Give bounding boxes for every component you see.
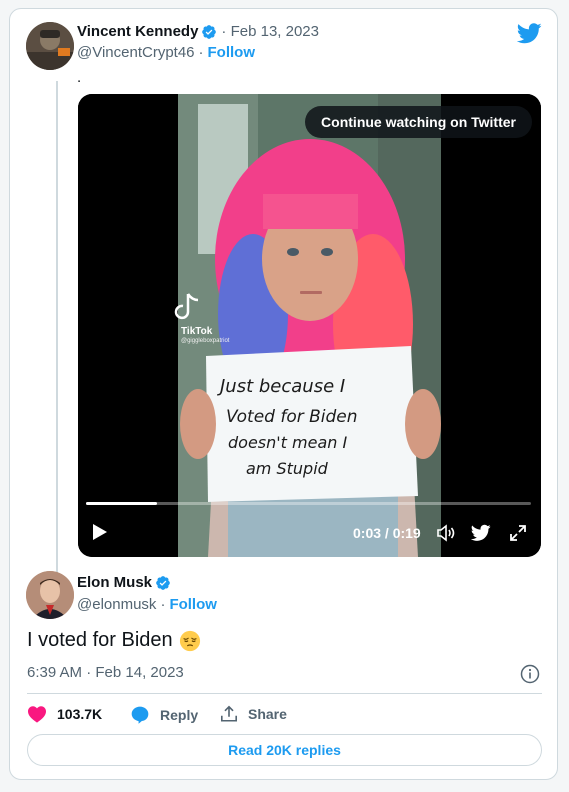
tweet-body: I voted for Biden xyxy=(27,629,173,651)
avatar-vincent-kennedy[interactable] xyxy=(26,22,74,70)
twitter-bird-icon[interactable] xyxy=(517,23,542,44)
author-handle[interactable]: @VincentCrypt46 xyxy=(77,44,195,61)
first-tweet-header: Vincent Kennedy · Feb 13, 2023 xyxy=(77,23,319,40)
video-player[interactable]: Just because I Voted for Biden doesn't m… xyxy=(78,94,541,557)
tweet-embed-card: Vincent Kennedy · Feb 13, 2023 @VincentC… xyxy=(9,8,558,780)
author-name[interactable]: Elon Musk xyxy=(77,574,152,591)
sign-line-2: Voted for Biden xyxy=(226,407,358,427)
continue-watching-button[interactable]: Continue watching on Twitter xyxy=(305,106,532,138)
pensive-face-emoji-icon xyxy=(179,630,200,651)
reply-bubble-icon xyxy=(131,706,149,724)
author-handle[interactable]: @elonmusk xyxy=(77,596,156,613)
reply-label: Reply xyxy=(160,707,199,723)
main-tweet-subheader: @elonmusk · Follow xyxy=(77,596,217,613)
video-controls: 0:03 / 0:19 xyxy=(78,514,541,554)
main-tweet-header: Elon Musk xyxy=(77,574,171,591)
like-button[interactable]: 103.7K xyxy=(27,705,102,723)
verified-badge-icon xyxy=(156,575,170,590)
like-count: 103.7K xyxy=(57,706,103,722)
play-icon[interactable] xyxy=(92,523,108,541)
follow-button[interactable]: Follow xyxy=(169,596,217,613)
author-name[interactable]: Vincent Kennedy xyxy=(77,23,198,40)
avatar-elon-musk[interactable] xyxy=(26,571,74,619)
video-progress-bar[interactable] xyxy=(86,502,531,505)
verified-badge-icon xyxy=(202,24,217,39)
sign-line-1: Just because I xyxy=(217,376,345,397)
heart-icon xyxy=(28,706,46,723)
first-tweet-subheader: @VincentCrypt46 · Follow xyxy=(77,44,255,61)
main-tweet-text: I voted for Biden xyxy=(27,629,201,652)
first-tweet-text: . xyxy=(77,69,82,86)
tiktok-watermark: TikTok xyxy=(181,326,213,337)
fullscreen-icon[interactable] xyxy=(508,523,528,543)
divider xyxy=(27,693,542,694)
tweet-timestamp[interactable]: 6:39 AM · Feb 14, 2023 xyxy=(27,664,184,681)
volume-icon[interactable] xyxy=(436,523,456,543)
thread-connector-line xyxy=(56,81,58,574)
tweet-date[interactable]: · Feb 13, 2023 xyxy=(221,23,319,40)
reply-button[interactable]: Reply xyxy=(130,705,198,725)
separator-dot: · xyxy=(198,44,204,61)
sign-line-3: doesn't mean I xyxy=(228,433,347,452)
video-progress-fill xyxy=(86,502,158,505)
share-button[interactable]: Share xyxy=(220,705,287,723)
video-frame-image: Just because I Voted for Biden doesn't m… xyxy=(78,94,541,557)
follow-button[interactable]: Follow xyxy=(208,44,256,61)
read-replies-button[interactable]: Read 20K replies xyxy=(27,734,542,766)
share-label: Share xyxy=(248,706,287,722)
separator-dot: · xyxy=(160,596,166,613)
info-icon[interactable] xyxy=(520,664,540,684)
video-time: 0:03 / 0:19 xyxy=(353,525,421,541)
share-upload-icon xyxy=(220,705,238,722)
twitter-video-icon[interactable] xyxy=(471,523,491,543)
tiktok-watermark-handle: @giggleboxpatriot xyxy=(181,338,230,344)
sign-line-4: am Stupid xyxy=(246,459,329,478)
